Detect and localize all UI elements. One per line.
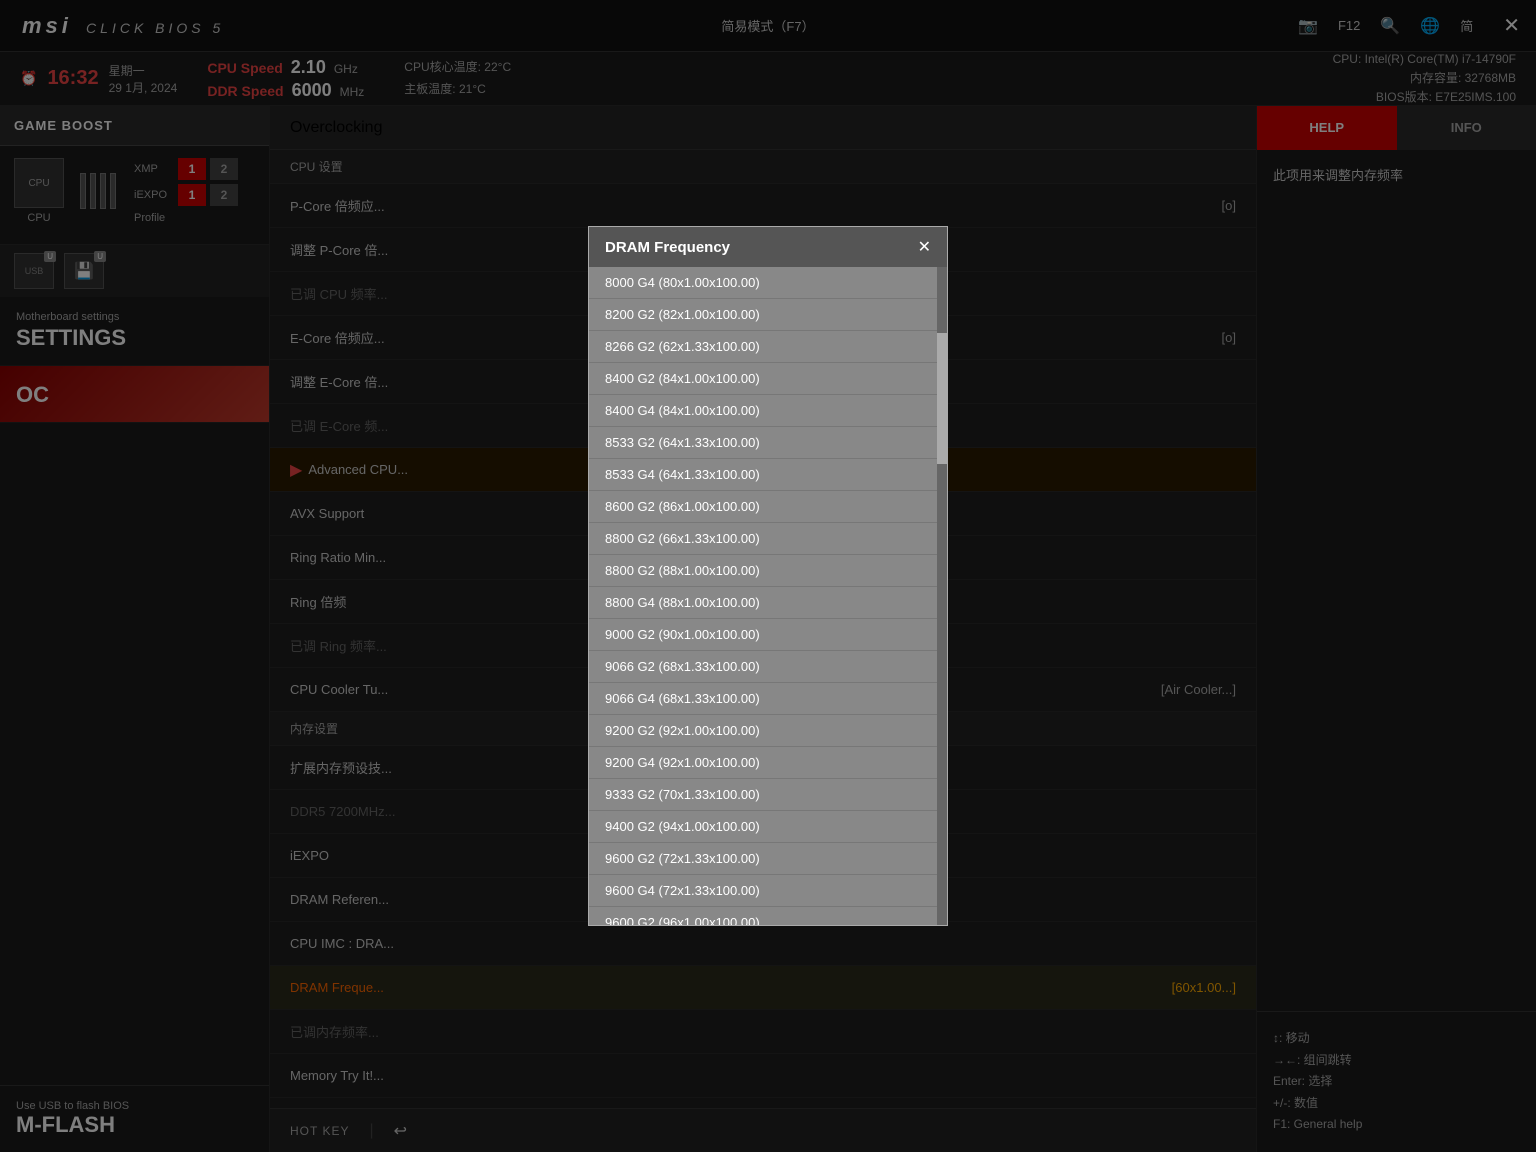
list-item[interactable]: 9600 G4 (72x1.33x100.00) <box>589 875 947 907</box>
list-item[interactable]: 8000 G4 (80x1.00x100.00) <box>589 267 947 299</box>
list-item[interactable]: 8600 G2 (86x1.00x100.00) <box>589 491 947 523</box>
modal-close-button[interactable]: ✕ <box>918 237 931 257</box>
modal-list: 8000 G4 (80x1.00x100.00)8200 G2 (82x1.00… <box>589 267 947 925</box>
modal-overlay: DRAM Frequency ✕ 8000 G4 (80x1.00x100.00… <box>0 0 1536 1152</box>
list-item[interactable]: 8400 G2 (84x1.00x100.00) <box>589 363 947 395</box>
list-item[interactable]: 9200 G4 (92x1.00x100.00) <box>589 747 947 779</box>
list-item[interactable]: 9400 G2 (94x1.00x100.00) <box>589 811 947 843</box>
list-item[interactable]: 9600 G2 (72x1.33x100.00) <box>589 843 947 875</box>
list-item[interactable]: 8800 G4 (88x1.00x100.00) <box>589 587 947 619</box>
list-item[interactable]: 8400 G4 (84x1.00x100.00) <box>589 395 947 427</box>
list-item[interactable]: 9333 G2 (70x1.33x100.00) <box>589 779 947 811</box>
modal-scroll-thumb[interactable] <box>937 333 947 465</box>
list-item[interactable]: 8800 G2 (88x1.00x100.00) <box>589 555 947 587</box>
modal-header: DRAM Frequency ✕ <box>589 227 947 267</box>
list-item[interactable]: 8533 G2 (64x1.33x100.00) <box>589 427 947 459</box>
modal-title: DRAM Frequency <box>605 239 730 256</box>
list-item[interactable]: 8800 G2 (66x1.33x100.00) <box>589 523 947 555</box>
list-item[interactable]: 9600 G2 (96x1.00x100.00) <box>589 907 947 925</box>
list-item[interactable]: 9200 G2 (92x1.00x100.00) <box>589 715 947 747</box>
list-item[interactable]: 8200 G2 (82x1.00x100.00) <box>589 299 947 331</box>
list-item[interactable]: 9066 G2 (68x1.33x100.00) <box>589 651 947 683</box>
dram-frequency-modal: DRAM Frequency ✕ 8000 G4 (80x1.00x100.00… <box>588 226 948 926</box>
list-item[interactable]: 9066 G4 (68x1.33x100.00) <box>589 683 947 715</box>
list-item[interactable]: 8266 G2 (62x1.33x100.00) <box>589 331 947 363</box>
list-item[interactable]: 8533 G4 (64x1.33x100.00) <box>589 459 947 491</box>
modal-list-wrapper: 8000 G4 (80x1.00x100.00)8200 G2 (82x1.00… <box>589 267 947 925</box>
modal-scrollbar[interactable] <box>937 267 947 925</box>
list-item[interactable]: 9000 G2 (90x1.00x100.00) <box>589 619 947 651</box>
